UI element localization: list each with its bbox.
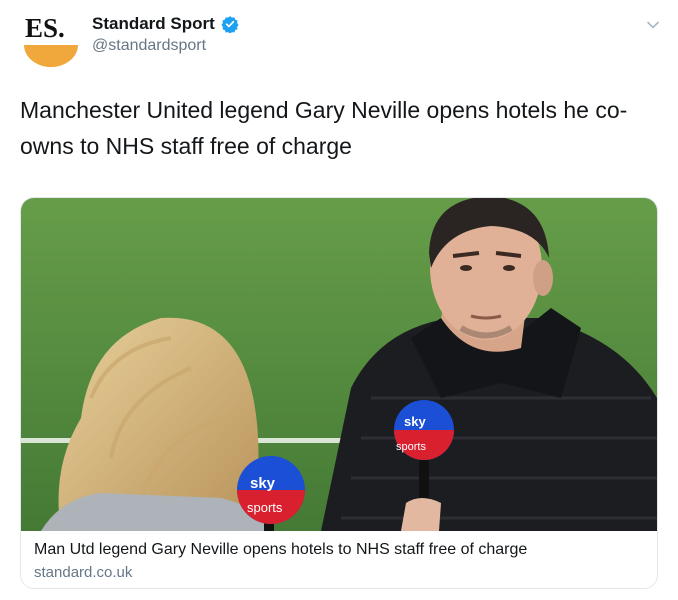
display-name[interactable]: Standard Sport (92, 14, 215, 34)
logo-text: ES. (25, 13, 65, 43)
link-card[interactable]: sky sports sky sports Man Utd legend Gar… (20, 197, 658, 589)
chevron-down-icon[interactable] (646, 18, 660, 32)
verified-badge-icon (221, 15, 239, 34)
handle[interactable]: @standardsport (92, 37, 239, 55)
mic-right-sports: sports (396, 441, 426, 453)
mic-right-sky: sky (404, 414, 426, 429)
avatar[interactable]: ES. (22, 10, 80, 68)
mic-left-sky: sky (250, 475, 276, 492)
card-title[interactable]: Man Utd legend Gary Neville opens hotels… (34, 541, 527, 559)
mic-left-sports: sports (247, 500, 283, 515)
tweet-text: Manchester United legend Gary Neville op… (20, 97, 628, 159)
card-image[interactable]: sky sports sky sports (21, 198, 657, 531)
tweet-author[interactable]: Standard Sport @standardsport (92, 14, 239, 55)
card-domain[interactable]: standard.co.uk (34, 564, 132, 581)
